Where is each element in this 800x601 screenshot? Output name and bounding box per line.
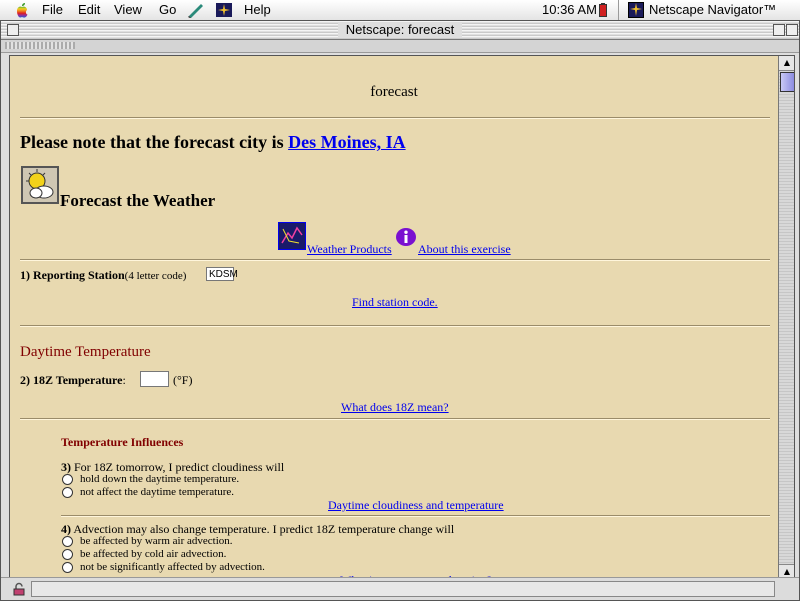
composer-pen-icon[interactable]: [187, 2, 205, 18]
cloudiness-help-link[interactable]: Daytime cloudiness and temperature: [328, 498, 504, 513]
menu-separator: [618, 0, 619, 20]
battery-icon[interactable]: [599, 3, 607, 17]
advection-option-radio[interactable]: [62, 562, 73, 573]
apple-menu-icon[interactable]: [14, 2, 30, 18]
about-exercise-link[interactable]: About this exercise: [418, 242, 511, 257]
vertical-scrollbar[interactable]: ▲ ▲ ▼: [778, 56, 794, 592]
advection-option-label: be affected by cold air advection.: [80, 548, 227, 560]
menu-file[interactable]: File: [42, 2, 63, 17]
content-frame: forecast Please note that the forecast c…: [9, 55, 795, 593]
menu-bar: File Edit View Go Help 10:36 AM Netscape…: [0, 0, 800, 21]
divider: [61, 515, 770, 517]
collapse-box-icon[interactable]: [786, 24, 798, 36]
status-message-field: [31, 581, 775, 597]
advection-option-radio[interactable]: [62, 536, 73, 547]
what-is-18z-link[interactable]: What does 18Z mean?: [341, 400, 449, 415]
security-lock-icon[interactable]: [13, 582, 27, 596]
info-icon[interactable]: [396, 228, 416, 246]
netscape-components-icon[interactable]: [215, 2, 233, 18]
divider: [20, 325, 770, 327]
browser-window: Netscape: forecast forecast Please note …: [0, 20, 800, 601]
menu-clock[interactable]: 10:36 AM: [542, 2, 597, 17]
status-bar: [1, 577, 799, 600]
find-station-code-link[interactable]: Find station code.: [352, 295, 438, 310]
daytime-temperature-heading: Daytime Temperature: [20, 344, 151, 360]
toolbar-collapse-strip[interactable]: [1, 40, 799, 53]
forecast-title: Forecast the Weather: [60, 191, 216, 210]
forecast-city-note: Please note that the forecast city is De…: [20, 132, 406, 153]
weather-products-link[interactable]: Weather Products: [307, 242, 392, 257]
toolbar-grip-icon[interactable]: [5, 42, 75, 49]
forecast-weather-icon: [21, 166, 59, 204]
scroll-thumb[interactable]: [780, 72, 794, 92]
cloudiness-option-radio[interactable]: [62, 487, 73, 498]
menu-go[interactable]: Go: [159, 2, 176, 17]
cloudiness-option-radio[interactable]: [62, 474, 73, 485]
netscape-app-icon[interactable]: [628, 2, 644, 18]
advection-option-label: be affected by warm air advection.: [80, 535, 233, 547]
menu-help[interactable]: Help: [244, 2, 271, 17]
web-page: forecast Please note that the forecast c…: [10, 56, 778, 592]
window-title-bar[interactable]: Netscape: forecast: [1, 21, 799, 40]
divider: [20, 259, 770, 261]
reporting-station-input[interactable]: KDSM: [206, 267, 238, 281]
temperature-unit: (°F): [173, 373, 193, 387]
divider: [20, 117, 770, 119]
temperature-influences-heading: Temperature Influences: [61, 435, 184, 449]
menu-edit[interactable]: Edit: [78, 2, 100, 17]
note-text: Please note that the forecast city is: [20, 132, 284, 152]
temperature-question: 2) 18Z Temperature:: [20, 373, 126, 387]
cloudiness-option-label: hold down the daytime temperature.: [80, 473, 240, 485]
advection-option-radio[interactable]: [62, 549, 73, 560]
page-heading: forecast: [370, 84, 418, 100]
weather-products-icon[interactable]: [278, 222, 306, 250]
window-title: Netscape: forecast: [1, 22, 799, 37]
advection-option-label: not be significantly affected by advecti…: [80, 561, 265, 573]
application-menu-label[interactable]: Netscape Navigator™: [649, 2, 776, 17]
divider: [20, 418, 770, 420]
temperature-input[interactable]: [140, 371, 169, 387]
cloudiness-option-label: not affect the daytime temperature.: [80, 486, 235, 498]
zoom-box-icon[interactable]: [773, 24, 785, 36]
scroll-up-arrow-icon[interactable]: ▲: [779, 56, 794, 71]
reporting-station-question: 1) Reporting Station(4 letter code): [20, 268, 187, 282]
menu-view[interactable]: View: [114, 2, 142, 17]
city-link[interactable]: Des Moines, IA: [288, 132, 406, 152]
